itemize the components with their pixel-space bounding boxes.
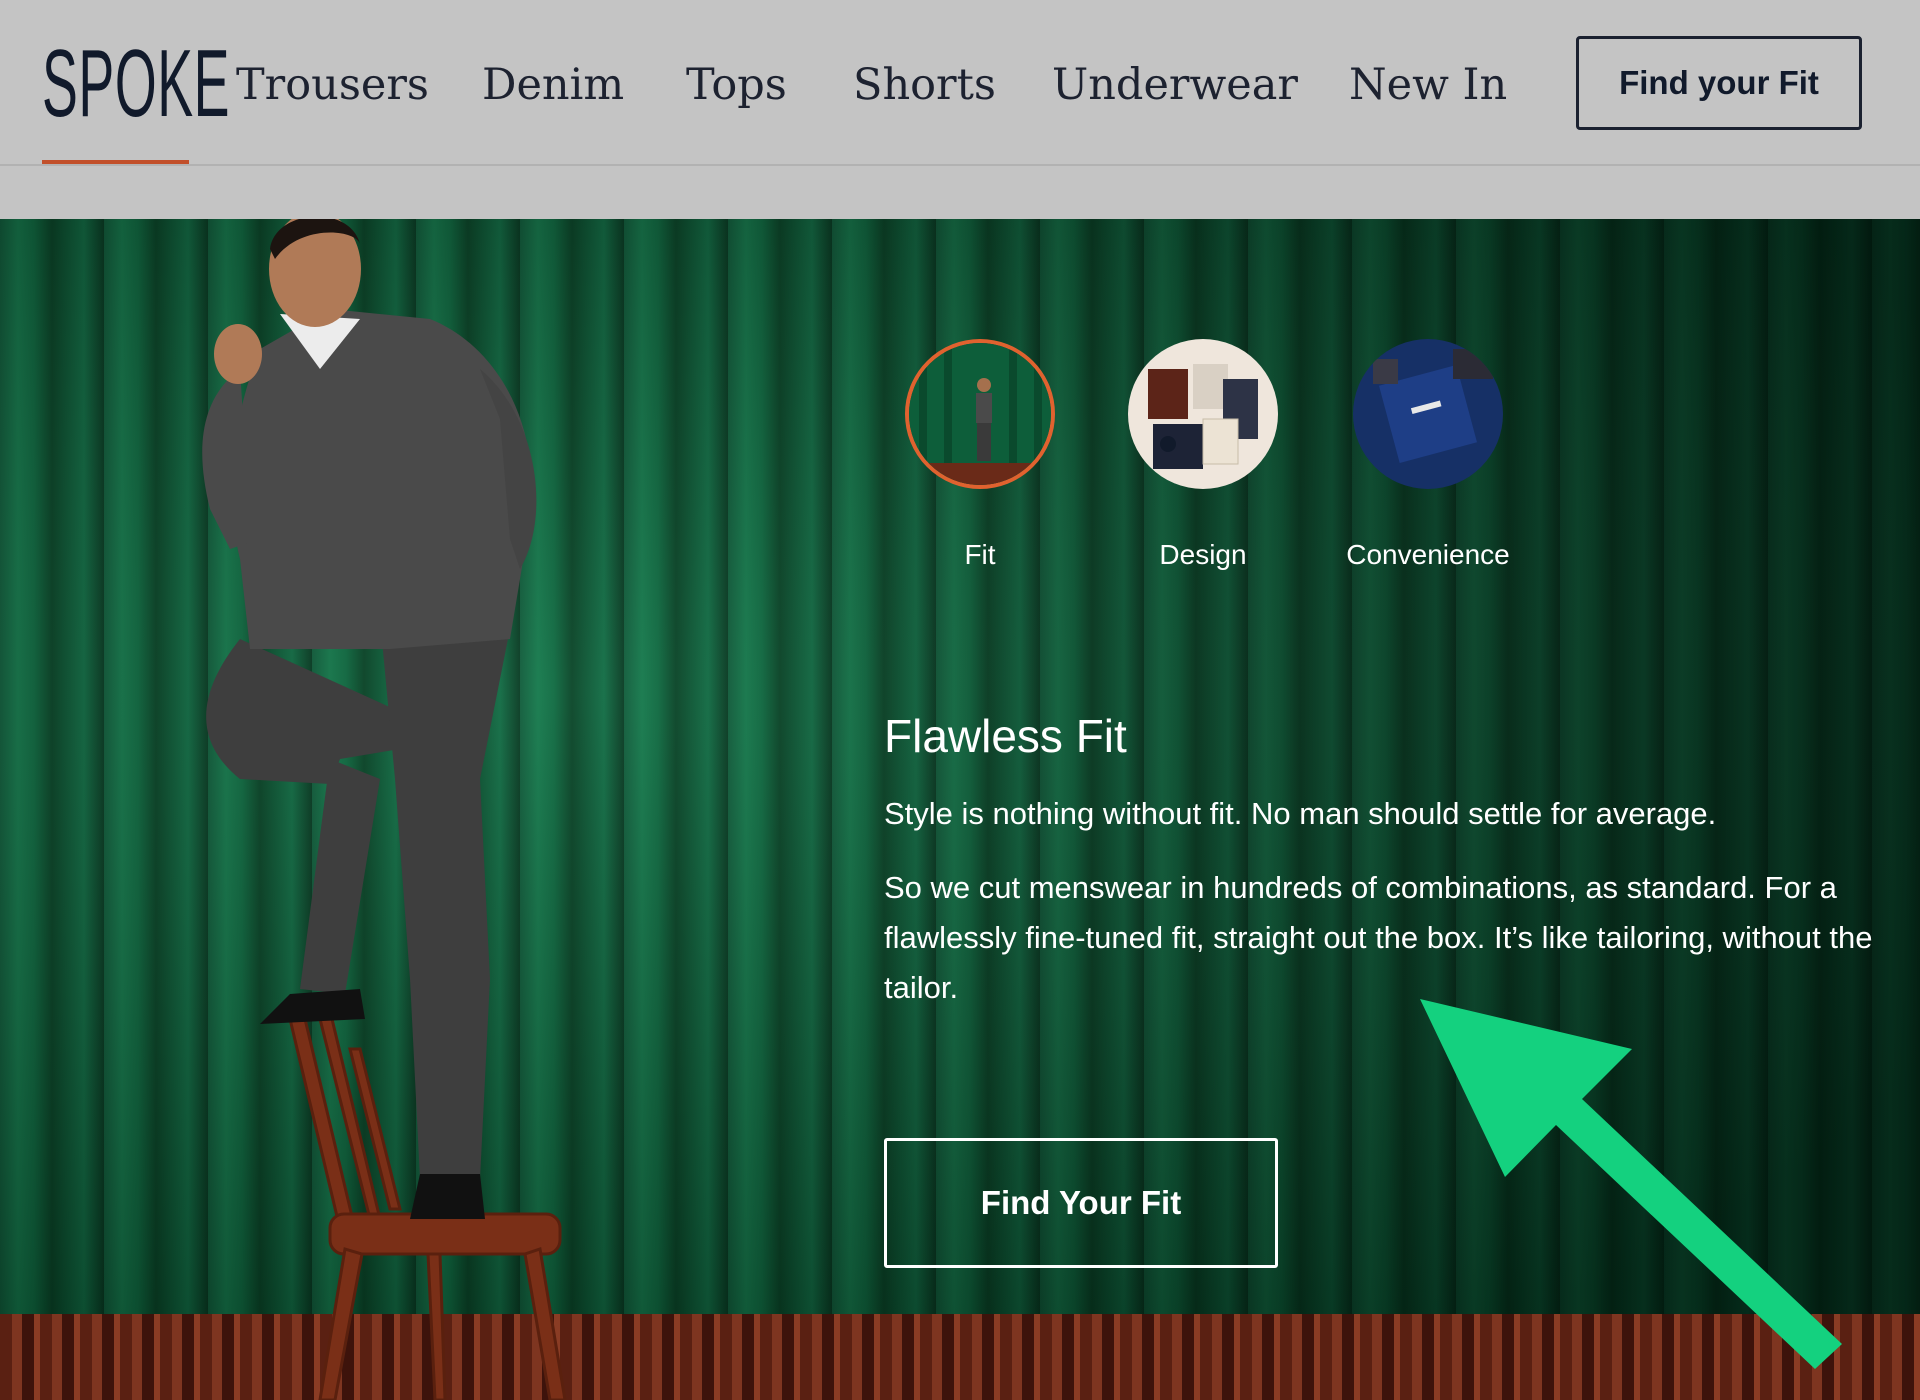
site-header: SPOKE Trousers Denim Tops Shorts Underwe…: [0, 0, 1920, 219]
header-divider: [0, 164, 1920, 166]
feature-label-fit: Fit: [964, 539, 996, 570]
feature-fit[interactable]: Fit: [870, 339, 1090, 589]
feature-content: Flawless Fit Style is nothing without fi…: [884, 709, 1884, 1037]
convenience-thumbnail-icon[interactable]: [1353, 339, 1503, 489]
design-thumbnail-icon[interactable]: [1128, 339, 1278, 489]
feature-paragraph-1: Style is nothing without fit. No man sho…: [884, 796, 1717, 831]
find-your-fit-button[interactable]: Find Your Fit: [884, 1138, 1278, 1268]
find-your-fit-header-button[interactable]: Find your Fit: [1576, 36, 1862, 130]
feature-convenience[interactable]: Convenience: [1318, 339, 1538, 589]
nav-item-underwear[interactable]: Underwear: [1052, 50, 1298, 120]
fit-thumbnail-icon[interactable]: [905, 339, 1055, 489]
hero-section: Fit Design Convenience Flawless Fit Styl…: [0, 219, 1920, 1400]
feature-label-design: Design: [1159, 539, 1247, 570]
spoke-logo[interactable]: SPOKE: [42, 34, 229, 134]
feature-title: Flawless Fit: [884, 710, 1127, 762]
model-photo: [202, 219, 567, 1400]
feature-paragraph-2: So we cut menswear in hundreds of combin…: [884, 870, 1873, 1005]
nav-item-shorts[interactable]: Shorts: [853, 50, 996, 120]
feature-design[interactable]: Design: [1093, 339, 1313, 589]
nav-item-trousers[interactable]: Trousers: [236, 50, 429, 120]
nav-item-new-in[interactable]: New In: [1349, 50, 1507, 120]
nav-item-tops[interactable]: Tops: [686, 50, 787, 120]
nav-item-denim[interactable]: Denim: [482, 50, 624, 120]
feature-label-convenience: Convenience: [1346, 539, 1510, 570]
